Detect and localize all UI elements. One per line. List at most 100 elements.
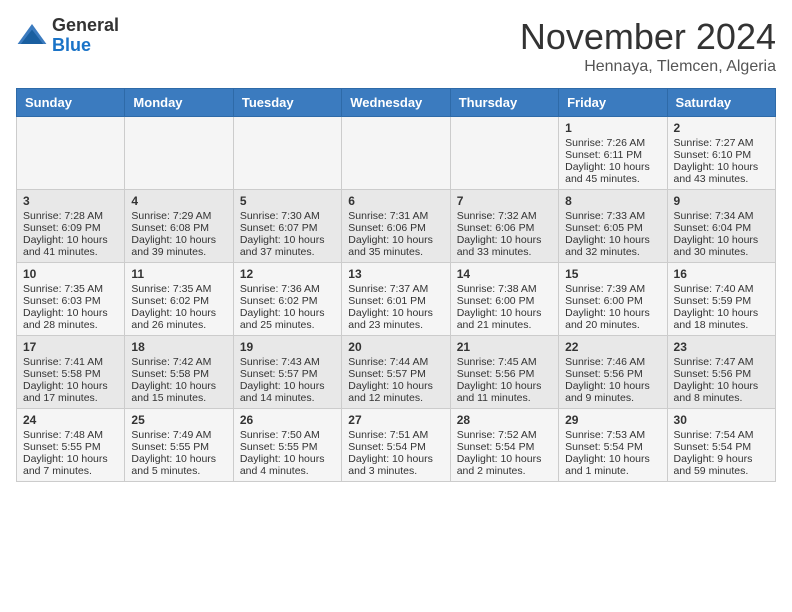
day-info-line: Daylight: 10 hours and 21 minutes.: [457, 307, 552, 331]
day-info-line: Sunrise: 7:43 AM: [240, 356, 335, 368]
day-info-line: Sunset: 6:06 PM: [348, 222, 443, 234]
day-info-line: Daylight: 10 hours and 5 minutes.: [131, 453, 226, 477]
day-info-line: Sunrise: 7:53 AM: [565, 429, 660, 441]
header-monday: Monday: [125, 89, 233, 117]
day-number: 23: [674, 340, 769, 354]
day-info-line: Sunset: 5:58 PM: [23, 368, 118, 380]
day-number: 14: [457, 267, 552, 281]
day-number: 3: [23, 194, 118, 208]
day-number: 11: [131, 267, 226, 281]
day-info-line: Daylight: 10 hours and 2 minutes.: [457, 453, 552, 477]
calendar-day-cell: 19Sunrise: 7:43 AMSunset: 5:57 PMDayligh…: [233, 336, 341, 409]
day-info-line: Sunrise: 7:36 AM: [240, 283, 335, 295]
calendar-header-row: Sunday Monday Tuesday Wednesday Thursday…: [17, 89, 776, 117]
month-year-title: November 2024: [520, 16, 776, 58]
location-subtitle: Hennaya, Tlemcen, Algeria: [520, 58, 776, 76]
header-wednesday: Wednesday: [342, 89, 450, 117]
day-info-line: Daylight: 10 hours and 43 minutes.: [674, 161, 769, 185]
day-number: 27: [348, 413, 443, 427]
calendar-table: Sunday Monday Tuesday Wednesday Thursday…: [16, 88, 776, 482]
day-number: 7: [457, 194, 552, 208]
calendar-day-cell: 8Sunrise: 7:33 AMSunset: 6:05 PMDaylight…: [559, 190, 667, 263]
day-info-line: Sunset: 5:54 PM: [674, 441, 769, 453]
day-info-line: Sunset: 5:55 PM: [131, 441, 226, 453]
day-number: 30: [674, 413, 769, 427]
page-header: General Blue November 2024 Hennaya, Tlem…: [16, 16, 776, 76]
day-info-line: Sunset: 6:08 PM: [131, 222, 226, 234]
day-number: 16: [674, 267, 769, 281]
calendar-day-cell: 10Sunrise: 7:35 AMSunset: 6:03 PMDayligh…: [17, 263, 125, 336]
day-info-line: Daylight: 10 hours and 20 minutes.: [565, 307, 660, 331]
day-info-line: Daylight: 10 hours and 33 minutes.: [457, 234, 552, 258]
day-info-line: Daylight: 10 hours and 25 minutes.: [240, 307, 335, 331]
day-number: 4: [131, 194, 226, 208]
day-number: 6: [348, 194, 443, 208]
day-info-line: Sunrise: 7:30 AM: [240, 210, 335, 222]
calendar-day-cell: [17, 117, 125, 190]
day-info-line: Sunrise: 7:41 AM: [23, 356, 118, 368]
day-info-line: Daylight: 10 hours and 14 minutes.: [240, 380, 335, 404]
header-sunday: Sunday: [17, 89, 125, 117]
day-info-line: Sunset: 5:54 PM: [565, 441, 660, 453]
day-number: 5: [240, 194, 335, 208]
day-info-line: Daylight: 10 hours and 35 minutes.: [348, 234, 443, 258]
day-info-line: Sunrise: 7:48 AM: [23, 429, 118, 441]
day-info-line: Daylight: 10 hours and 37 minutes.: [240, 234, 335, 258]
day-info-line: Daylight: 10 hours and 32 minutes.: [565, 234, 660, 258]
title-block: November 2024 Hennaya, Tlemcen, Algeria: [520, 16, 776, 76]
calendar-week-row: 3Sunrise: 7:28 AMSunset: 6:09 PMDaylight…: [17, 190, 776, 263]
calendar-day-cell: 27Sunrise: 7:51 AMSunset: 5:54 PMDayligh…: [342, 409, 450, 482]
day-number: 29: [565, 413, 660, 427]
day-info-line: Sunrise: 7:31 AM: [348, 210, 443, 222]
calendar-day-cell: 4Sunrise: 7:29 AMSunset: 6:08 PMDaylight…: [125, 190, 233, 263]
logo-text: General Blue: [52, 16, 119, 56]
day-number: 1: [565, 121, 660, 135]
day-info-line: Sunrise: 7:27 AM: [674, 137, 769, 149]
day-info-line: Sunrise: 7:42 AM: [131, 356, 226, 368]
day-number: 19: [240, 340, 335, 354]
calendar-day-cell: 15Sunrise: 7:39 AMSunset: 6:00 PMDayligh…: [559, 263, 667, 336]
day-info-line: Sunset: 6:05 PM: [565, 222, 660, 234]
calendar-day-cell: [233, 117, 341, 190]
day-number: 26: [240, 413, 335, 427]
day-info-line: Sunrise: 7:45 AM: [457, 356, 552, 368]
day-info-line: Sunrise: 7:51 AM: [348, 429, 443, 441]
calendar-day-cell: 22Sunrise: 7:46 AMSunset: 5:56 PMDayligh…: [559, 336, 667, 409]
day-info-line: Sunrise: 7:35 AM: [23, 283, 118, 295]
calendar-day-cell: 13Sunrise: 7:37 AMSunset: 6:01 PMDayligh…: [342, 263, 450, 336]
header-tuesday: Tuesday: [233, 89, 341, 117]
calendar-day-cell: 16Sunrise: 7:40 AMSunset: 5:59 PMDayligh…: [667, 263, 775, 336]
day-info-line: Sunset: 6:07 PM: [240, 222, 335, 234]
day-number: 25: [131, 413, 226, 427]
day-info-line: Sunset: 5:59 PM: [674, 295, 769, 307]
day-info-line: Daylight: 10 hours and 28 minutes.: [23, 307, 118, 331]
calendar-day-cell: 30Sunrise: 7:54 AMSunset: 5:54 PMDayligh…: [667, 409, 775, 482]
day-info-line: Sunrise: 7:50 AM: [240, 429, 335, 441]
day-info-line: Daylight: 10 hours and 39 minutes.: [131, 234, 226, 258]
day-number: 12: [240, 267, 335, 281]
calendar-day-cell: 20Sunrise: 7:44 AMSunset: 5:57 PMDayligh…: [342, 336, 450, 409]
calendar-day-cell: 3Sunrise: 7:28 AMSunset: 6:09 PMDaylight…: [17, 190, 125, 263]
calendar-day-cell: 24Sunrise: 7:48 AMSunset: 5:55 PMDayligh…: [17, 409, 125, 482]
day-number: 2: [674, 121, 769, 135]
day-info-line: Daylight: 9 hours and 59 minutes.: [674, 453, 769, 477]
day-info-line: Sunset: 6:02 PM: [240, 295, 335, 307]
day-info-line: Sunset: 6:11 PM: [565, 149, 660, 161]
day-info-line: Sunset: 6:06 PM: [457, 222, 552, 234]
day-info-line: Sunrise: 7:44 AM: [348, 356, 443, 368]
day-info-line: Daylight: 10 hours and 12 minutes.: [348, 380, 443, 404]
calendar-day-cell: 28Sunrise: 7:52 AMSunset: 5:54 PMDayligh…: [450, 409, 558, 482]
calendar-week-row: 17Sunrise: 7:41 AMSunset: 5:58 PMDayligh…: [17, 336, 776, 409]
day-number: 15: [565, 267, 660, 281]
day-info-line: Sunset: 6:02 PM: [131, 295, 226, 307]
calendar-week-row: 24Sunrise: 7:48 AMSunset: 5:55 PMDayligh…: [17, 409, 776, 482]
calendar-day-cell: 25Sunrise: 7:49 AMSunset: 5:55 PMDayligh…: [125, 409, 233, 482]
day-info-line: Sunset: 6:04 PM: [674, 222, 769, 234]
day-info-line: Sunset: 5:57 PM: [348, 368, 443, 380]
day-info-line: Sunrise: 7:37 AM: [348, 283, 443, 295]
calendar-day-cell: 11Sunrise: 7:35 AMSunset: 6:02 PMDayligh…: [125, 263, 233, 336]
day-info-line: Daylight: 10 hours and 41 minutes.: [23, 234, 118, 258]
day-info-line: Sunset: 6:00 PM: [457, 295, 552, 307]
day-number: 9: [674, 194, 769, 208]
day-info-line: Daylight: 10 hours and 26 minutes.: [131, 307, 226, 331]
